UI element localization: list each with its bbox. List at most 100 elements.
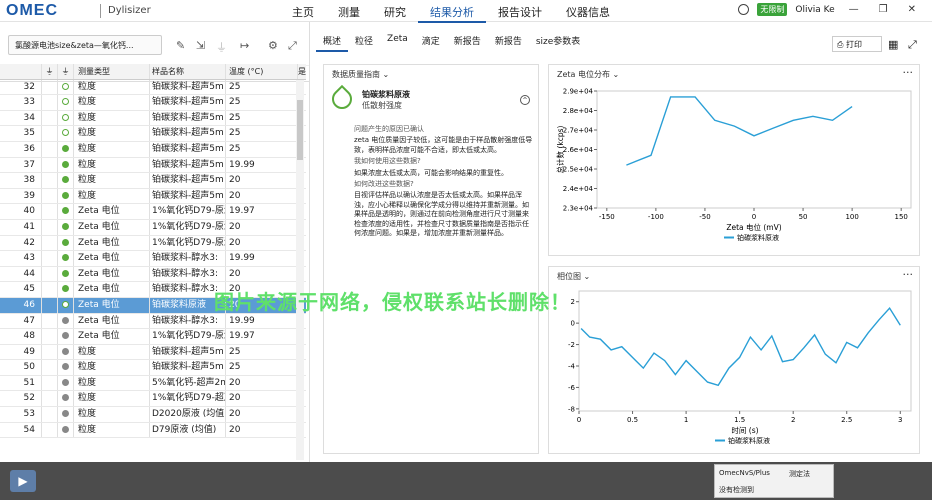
layout-icon[interactable]: ▦ — [888, 38, 898, 51]
y-axis-label: 总计数 (kcps) — [555, 125, 565, 173]
quality-guide-panel: 数据质量指南 ⌄ 铂碳浆料原液 低散射强度 ^ 问题产生的原因已确认 zeta 电… — [323, 64, 539, 454]
row-index: 45 — [0, 282, 42, 297]
minimize-icon[interactable]: — — [843, 4, 865, 15]
print-button[interactable]: ⎙ 打印 — [832, 36, 882, 52]
smiley-icon[interactable] — [738, 4, 750, 15]
y-tick-label: 2 — [571, 298, 575, 306]
more-icon[interactable]: ··· — [903, 268, 914, 281]
table-row[interactable]: 52粒度1%氧化钙D79-超声201 — [0, 391, 306, 408]
quality-dot-icon — [62, 285, 69, 293]
table-row[interactable]: 37粒度铂碳浆料-超声5m19.998 — [0, 157, 306, 174]
table-row[interactable]: 44Zeta 电位铂碳浆料-醇水3:201 — [0, 266, 306, 283]
measure-type-cell: 粒度 — [74, 110, 150, 126]
quality-cell — [58, 157, 74, 173]
zeta-chart-title[interactable]: Zeta 电位分布 ⌄ — [557, 69, 619, 80]
user-name[interactable]: Olivia Ke — [795, 5, 834, 15]
quality-cell — [58, 422, 74, 438]
tab-size[interactable]: 粒径 — [348, 30, 380, 52]
table-row[interactable]: 51粒度5%氧化钙-超声2m201 — [0, 375, 306, 392]
fullscreen-icon[interactable]: ⤢ — [288, 39, 297, 53]
sample-name-cell: 铂碳浆料-超声5m — [150, 173, 226, 188]
edit-icon[interactable]: ✎ — [176, 39, 185, 52]
table-row[interactable]: 53粒度D2020原液 (均值201 — [0, 407, 306, 423]
table-row[interactable]: 38粒度铂碳浆料-超声5m203 — [0, 173, 306, 189]
tab-new-report-2[interactable]: 新报告 — [488, 30, 529, 52]
row-index: 44 — [0, 266, 42, 282]
nav-instrument-info[interactable]: 仪器信息 — [554, 3, 622, 23]
dataset-selector[interactable]: 氯酸源电池size&zeta—氧化钙... — [8, 35, 162, 55]
col-sample-name[interactable]: 样品名称 — [150, 64, 226, 79]
quality-dot-icon — [62, 363, 69, 371]
instrument-notification[interactable]: OmecNvS/Plus 测定法 没有检测到 — [714, 464, 834, 498]
table-row[interactable]: 49粒度铂碳浆料-超声5m255 — [0, 344, 306, 361]
status-cell — [42, 173, 58, 188]
col-status-filter[interactable]: ⏚ — [42, 64, 58, 79]
gear-icon[interactable]: ⚙ — [268, 39, 278, 52]
table-row[interactable]: 48Zeta 电位1%氧化钙D79-原液19.971 — [0, 329, 306, 345]
export-icon[interactable]: ⇲ — [196, 39, 205, 52]
nav-measure[interactable]: 测量 — [326, 3, 372, 23]
table-row[interactable]: 47Zeta 电位铂碳浆料-醇水3:19.991 — [0, 313, 306, 330]
table-row[interactable]: 33粒度铂碳浆料-超声5m253 — [0, 95, 306, 111]
measure-type-cell: Zeta 电位 — [74, 282, 150, 297]
grid-scrollbar-thumb[interactable] — [297, 100, 303, 160]
col-more[interactable]: 是 — [298, 64, 306, 79]
table-row[interactable]: 35粒度铂碳浆料-超声5m258 — [0, 126, 306, 142]
quality-dot-icon — [62, 207, 69, 215]
tab-new-report-1[interactable]: 新报告 — [447, 30, 488, 52]
row-index: 38 — [0, 173, 42, 188]
table-row[interactable]: 39粒度铂碳浆料-超声5m203 — [0, 188, 306, 205]
filter-icon[interactable]: ⏚ — [216, 39, 227, 55]
quality-guide-title[interactable]: 数据质量指南 ⌄ — [332, 69, 389, 80]
table-row[interactable]: 34粒度铂碳浆料-超声5m257 — [0, 110, 306, 127]
close-icon[interactable]: ✕ — [902, 4, 922, 15]
play-icon[interactable]: ▶ — [10, 470, 36, 492]
status-cell — [42, 375, 58, 391]
nav-home[interactable]: 主页 — [280, 3, 326, 23]
quality-cell — [58, 219, 74, 235]
zeta-distribution-panel: Zeta 电位分布 ⌄ ··· -150 -100 -50 0 50 100 150 2.3e… — [548, 64, 920, 256]
measure-type-cell: 粒度 — [74, 344, 150, 360]
temperature-cell: 25 — [226, 141, 298, 157]
col-temperature[interactable]: 温度 (°C) — [226, 64, 298, 79]
temperature-cell: 25 — [226, 344, 298, 360]
expand-arrow-icon[interactable]: ↦ — [240, 39, 249, 52]
table-row[interactable]: 54粒度D79原液 (均值)204 — [0, 422, 306, 439]
quality-cell — [58, 313, 74, 329]
table-row[interactable]: 50粒度铂碳浆料-超声5m255 — [0, 360, 306, 376]
nav-results[interactable]: 结果分析 — [418, 3, 486, 23]
phase-chart-title[interactable]: 相位图 ⌄ — [557, 271, 590, 282]
table-row[interactable]: 32粒度铂碳浆料-超声5m253 — [0, 79, 306, 96]
col-measure-type[interactable]: 测量类型 — [74, 64, 150, 79]
measure-type-cell: Zeta 电位 — [74, 204, 150, 219]
list-toolbar: 氯酸源电池size&zeta—氧化钙... ✎ ⇲ ⏚ ↦ ⚙ ⤢ — [0, 22, 309, 66]
quality-cell — [58, 282, 74, 297]
table-row[interactable]: 40Zeta 电位1%氧化钙D79-原液19.971 — [0, 204, 306, 220]
y-tick-label: 2.8e+04 — [563, 107, 594, 115]
nav-report-design[interactable]: 报告设计 — [486, 3, 554, 23]
nav-research[interactable]: 研究 — [372, 3, 418, 23]
quality-dot-icon — [62, 425, 69, 433]
collapse-icon[interactable]: ^ — [520, 95, 530, 105]
plot-area — [596, 90, 912, 209]
quality-cell — [58, 360, 74, 375]
watermark-text: 图片来源于网络，侵权联系站长删除！ — [214, 290, 571, 314]
fullscreen-icon[interactable]: ⤢ — [908, 38, 917, 52]
tab-size-params[interactable]: size参数表 — [529, 30, 587, 52]
quality-dot-icon — [62, 410, 69, 418]
restore-icon[interactable]: ❐ — [873, 4, 894, 15]
app-logo: OMEC — [6, 2, 58, 19]
table-row[interactable]: 42Zeta 电位1%氧化钙D79-原液201 — [0, 235, 306, 252]
table-row[interactable]: 43Zeta 电位铂碳浆料-醇水3:19.991 — [0, 251, 306, 267]
table-row[interactable]: 36粒度铂碳浆料-超声5m258 — [0, 141, 306, 158]
tab-titration[interactable]: 滴定 — [415, 30, 447, 52]
more-icon[interactable]: ··· — [903, 66, 914, 79]
sample-name-cell: 1%氧化钙D79-原液 — [150, 219, 226, 235]
tab-zeta[interactable]: Zeta — [380, 30, 415, 52]
measure-type-cell: 粒度 — [74, 407, 150, 422]
tab-overview[interactable]: 概述 — [316, 30, 349, 52]
row-index: 50 — [0, 360, 42, 375]
measure-type-cell: 粒度 — [74, 391, 150, 407]
table-row[interactable]: 41Zeta 电位1%氧化钙D79-原液201 — [0, 219, 306, 236]
col-type-filter[interactable]: ⏚ — [58, 64, 74, 79]
